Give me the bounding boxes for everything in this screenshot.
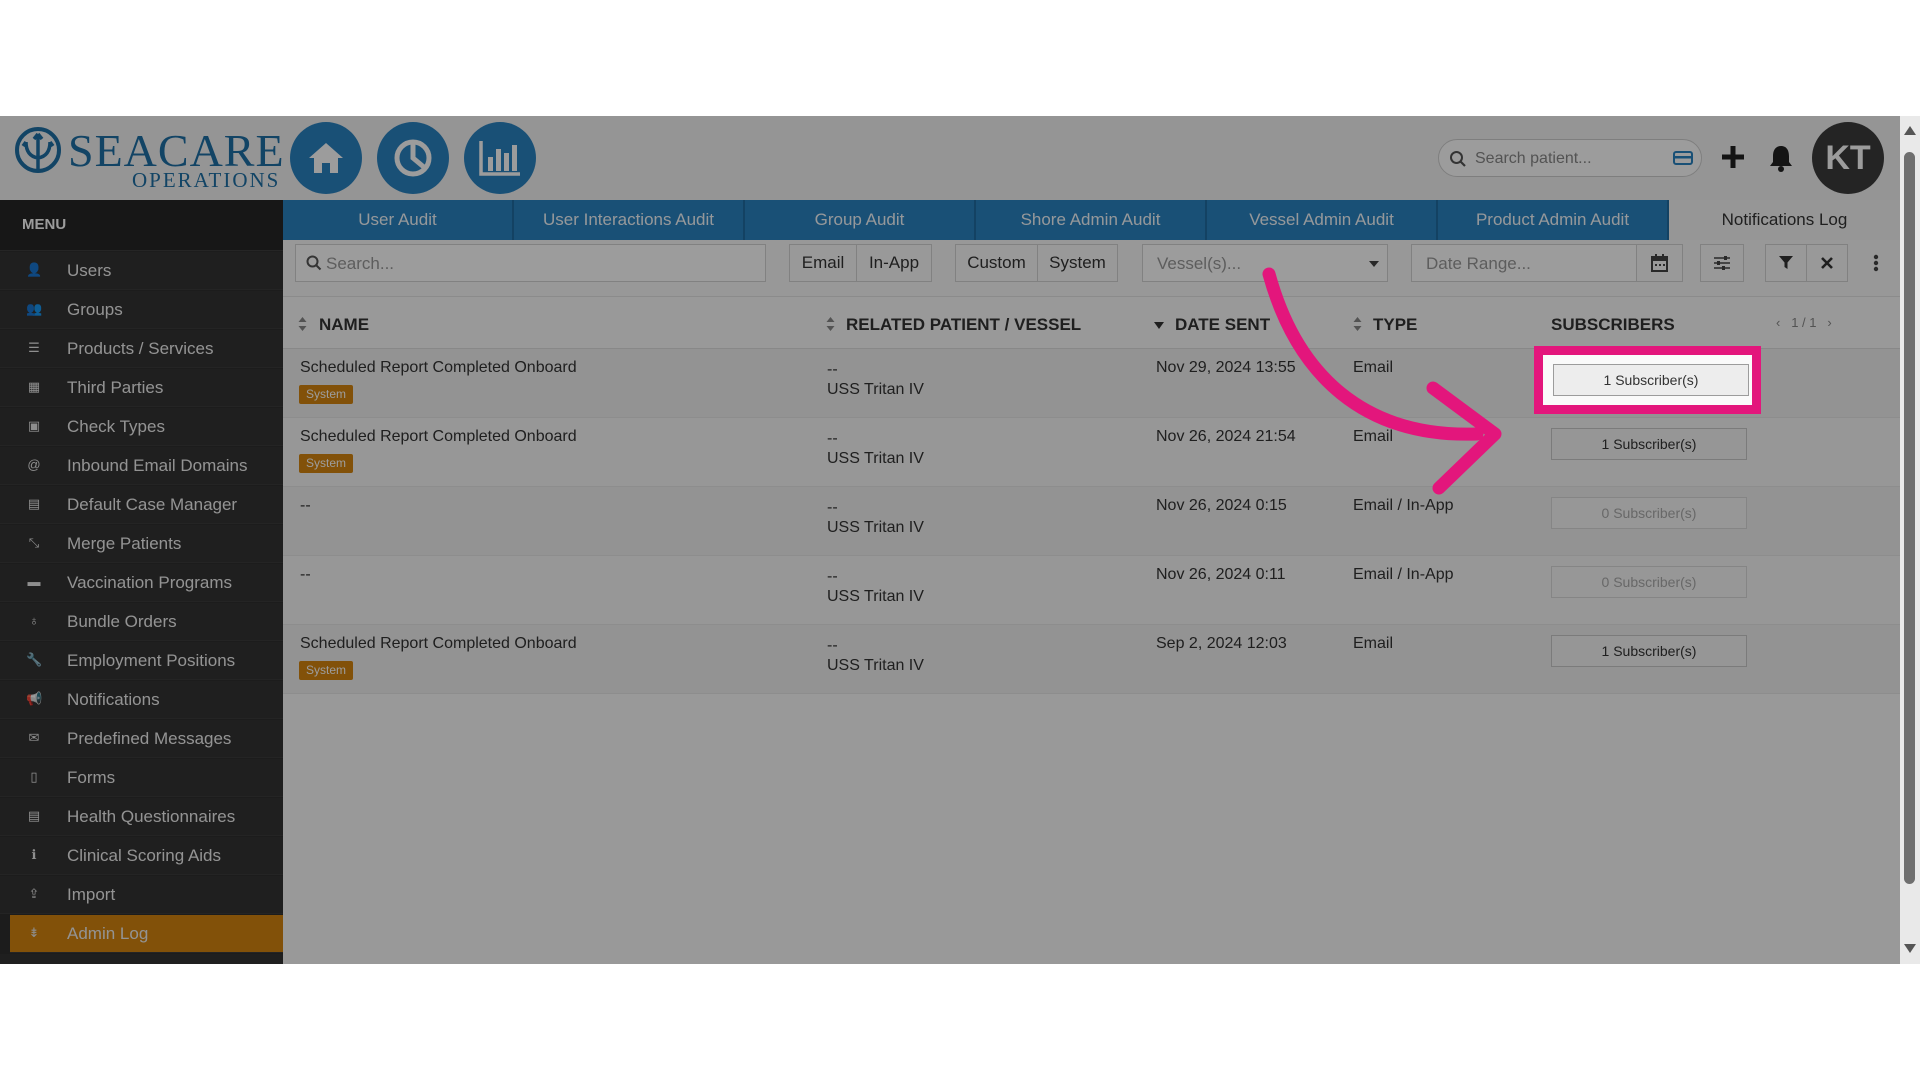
scroll-up-icon[interactable] [1904, 126, 1916, 135]
highlight-box [1534, 346, 1761, 414]
scroll-down-icon[interactable] [1904, 944, 1916, 953]
pointer-arrow-icon [1262, 267, 1502, 495]
vertical-scrollbar[interactable] [1900, 116, 1920, 964]
scrollbar-thumb[interactable] [1904, 152, 1915, 884]
tutorial-dim-overlay [0, 116, 1920, 964]
app-window: SEACARE OPERATIONS Search patient... KT … [0, 116, 1920, 964]
